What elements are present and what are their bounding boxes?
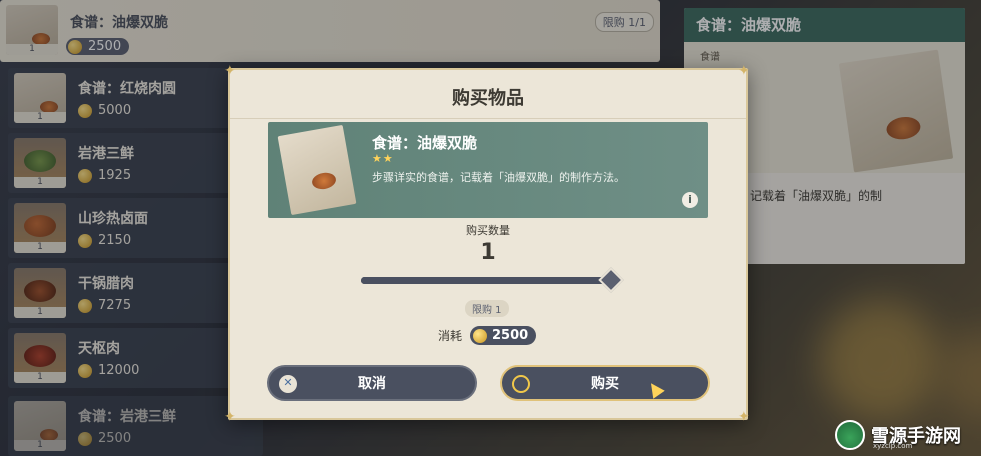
corner-ornament-icon: ✦	[224, 409, 236, 425]
watermark-logo-icon	[835, 420, 865, 450]
slider-handle[interactable]	[598, 267, 624, 293]
buy-button[interactable]: 购买	[500, 365, 710, 401]
divider	[230, 118, 746, 119]
purchase-dialog: ✦ ✦ ✦ ✦ 购买物品 食谱：油爆双脆 ★★ 步骤详实的食谱，记载着「油爆双脆…	[224, 64, 750, 424]
item-card: 食谱：油爆双脆 ★★ 步骤详实的食谱，记载着「油爆双脆」的制作方法。 i	[268, 122, 708, 218]
corner-ornament-icon: ✦	[738, 63, 750, 79]
item-description: 步骤详实的食谱，记载着「油爆双脆」的制作方法。	[372, 171, 625, 184]
corner-ornament-icon: ✦	[738, 409, 750, 425]
corner-ornament-icon: ✦	[224, 63, 236, 79]
purchase-limit: 限购 1	[465, 300, 509, 317]
rarity-stars: ★★	[372, 152, 394, 165]
cost-value: 2500	[470, 326, 537, 345]
watermark-url: xyzclp.com	[873, 442, 913, 450]
close-icon: ✕	[279, 375, 297, 393]
slider-fill	[361, 277, 611, 284]
quantity-slider[interactable]	[361, 267, 624, 293]
cost-label: 消耗	[438, 329, 463, 343]
quantity-label: 购买数量	[466, 224, 510, 237]
quantity-value: 1	[480, 240, 496, 265]
info-icon[interactable]: i	[682, 192, 698, 208]
mora-coin-icon	[473, 328, 488, 343]
circle-icon	[512, 375, 530, 393]
item-name: 食谱：油爆双脆	[372, 134, 478, 152]
recipe-illustration	[277, 124, 357, 216]
dialog-title: 购买物品	[452, 88, 524, 109]
watermark: 雪源手游网 xyzclp.com	[835, 420, 961, 450]
cancel-button[interactable]: ✕ 取消	[267, 365, 477, 401]
cost-row: 消耗 2500	[438, 326, 537, 345]
